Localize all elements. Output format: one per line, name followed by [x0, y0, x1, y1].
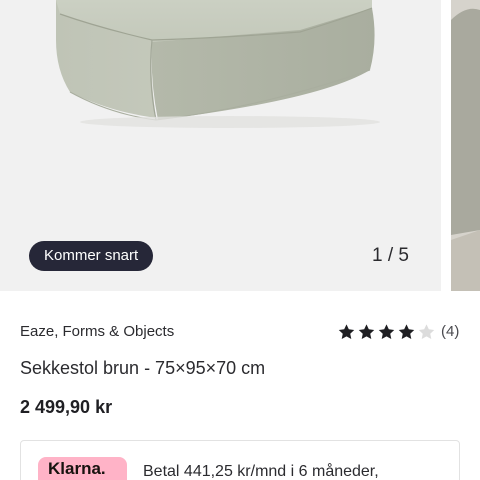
rating-stars [337, 323, 437, 341]
image-gallery[interactable]: Kommer snart 1 / 5 [0, 0, 480, 291]
klarna-payment-card[interactable]: Klarna. Betal 441,25 kr/mnd i 6 måneder, [20, 440, 460, 480]
next-product-image [451, 0, 480, 291]
star-icon [418, 324, 435, 340]
gallery-slide-next-peek[interactable] [451, 0, 480, 291]
klarna-logo: Klarna. [38, 457, 127, 480]
product-price: 2 499,90 kr [20, 397, 113, 417]
rating-count: (4) [441, 323, 460, 340]
star-icon [358, 324, 375, 340]
image-counter: 1 / 5 [372, 245, 409, 266]
gallery-slide-current[interactable]: Kommer snart 1 / 5 [0, 0, 441, 291]
brand-name[interactable]: Eaze, Forms & Objects [20, 322, 174, 342]
coming-soon-badge: Kommer snart [29, 241, 154, 271]
product-info: Eaze, Forms & Objects (4) Sekkestol brun… [0, 291, 480, 480]
klarna-logo-text: Klarna. [48, 459, 106, 478]
product-rating[interactable]: (4) [337, 321, 459, 343]
star-icon [378, 324, 395, 340]
star-icon [398, 324, 415, 340]
star-icon [338, 324, 355, 340]
product-title: Sekkestol brun - 75×95×70 cm [20, 358, 266, 378]
installment-text: Betal 441,25 kr/mnd i 6 måneder, [143, 463, 379, 480]
